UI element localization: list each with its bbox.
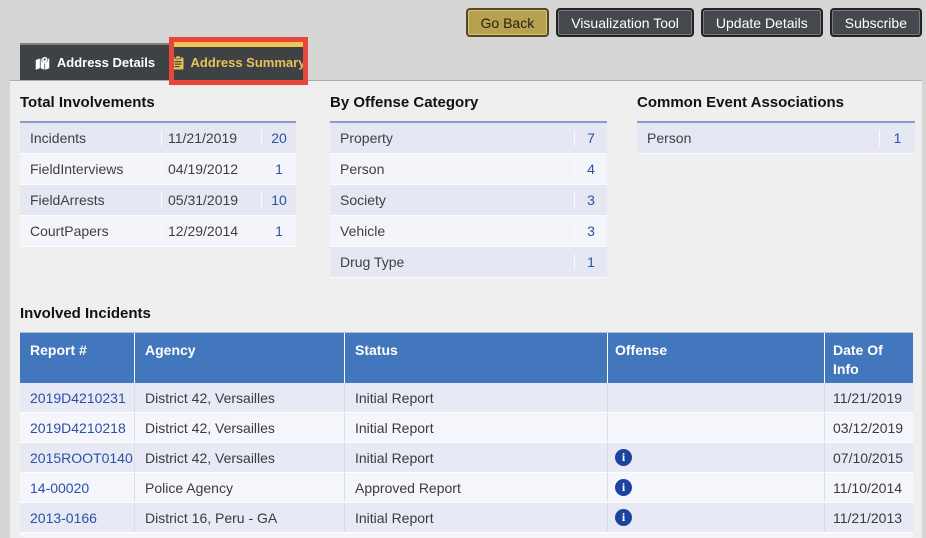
involved-incidents-title: Involved Incidents	[20, 305, 922, 322]
address-summary-panel: Total Involvements Incidents 11/21/2019 …	[10, 80, 922, 538]
report-number-link[interactable]: 2013-0166	[30, 510, 97, 526]
offense-category: Vehicle	[330, 223, 575, 239]
date-of-info-cell: 11/21/2013	[825, 503, 913, 532]
offense-count[interactable]: 7	[575, 130, 607, 146]
section-common-event-associations: Common Event Associations Person 1	[637, 81, 915, 278]
clipboard-icon	[172, 56, 184, 70]
incident-row: 2015ROOT0140 District 42, Versailles Ini…	[20, 443, 913, 473]
table-row: FieldArrests 05/31/2019 10	[20, 185, 296, 216]
date-of-info-cell: 11/21/2019	[825, 383, 913, 412]
go-back-button[interactable]: Go Back	[466, 8, 550, 37]
table-row: Society 3	[330, 185, 607, 216]
agency-cell: District 42, Versailles	[135, 383, 345, 412]
status-cell: Initial Report	[345, 503, 608, 532]
table-row: Person 4	[330, 154, 607, 185]
offense-category: Society	[330, 192, 575, 208]
column-header-date-of-info[interactable]: Date Of Info	[825, 333, 913, 383]
involvement-count[interactable]: 20	[262, 130, 296, 146]
total-involvements-table: Incidents 11/21/2019 20 FieldInterviews …	[20, 121, 296, 247]
table-row: Incidents 11/21/2019 20	[20, 123, 296, 154]
association-count[interactable]: 1	[880, 130, 915, 146]
status-cell: Initial Report	[345, 413, 608, 442]
report-number-link[interactable]: 2019D4210218	[30, 420, 126, 436]
table-row: FieldInterviews 04/19/2012 1	[20, 154, 296, 185]
incident-row: 14-00020 Police Agency Approved Report i…	[20, 473, 913, 503]
tab-address-details[interactable]: Address Details	[20, 45, 170, 80]
offense-category: Property	[330, 130, 575, 146]
table-row: Drug Type 1	[330, 247, 607, 278]
info-icon[interactable]: i	[615, 449, 632, 466]
table-row: Person 1	[637, 123, 915, 154]
tab-address-summary-label: Address Summary	[191, 55, 306, 70]
report-number-link[interactable]: 2019D4210231	[30, 390, 126, 406]
involvement-date: 12/29/2014	[162, 223, 262, 239]
incident-row-partial	[20, 533, 913, 537]
table-row: CourtPapers 12/29/2014 1	[20, 216, 296, 247]
column-header-offense[interactable]: Offense	[608, 333, 825, 383]
involvement-count[interactable]: 10	[262, 192, 296, 208]
offense-count[interactable]: 4	[575, 161, 607, 177]
offense-category: Person	[330, 161, 575, 177]
section-by-offense-category: By Offense Category Property 7 Person 4 …	[330, 81, 607, 278]
date-of-info-cell: 07/10/2015	[825, 443, 913, 472]
toolbar: Go Back Visualization Tool Update Detail…	[466, 8, 922, 37]
involvement-date: 05/31/2019	[162, 192, 262, 208]
section-total-involvements: Total Involvements Incidents 11/21/2019 …	[20, 81, 296, 278]
by-offense-category-table: Property 7 Person 4 Society 3 Vehicle 3 …	[330, 121, 607, 278]
info-icon[interactable]: i	[615, 509, 632, 526]
date-of-info-cell: 11/10/2014	[825, 473, 913, 502]
total-involvements-title: Total Involvements	[20, 94, 296, 111]
by-offense-category-title: By Offense Category	[330, 94, 607, 111]
common-event-associations-title: Common Event Associations	[637, 94, 915, 111]
tab-address-summary[interactable]: Address Summary	[170, 45, 307, 80]
report-number-link[interactable]: 2015ROOT0140	[30, 450, 133, 466]
incident-row: 2013-0166 District 16, Peru - GA Initial…	[20, 503, 913, 533]
offense-cell	[608, 383, 825, 412]
table-row: Property 7	[330, 123, 607, 154]
common-event-associations-table: Person 1	[637, 121, 915, 154]
involvement-count[interactable]: 1	[262, 223, 296, 239]
update-details-button[interactable]: Update Details	[701, 8, 823, 37]
agency-cell: District 42, Versailles	[135, 413, 345, 442]
report-number-link[interactable]: 14-00020	[30, 480, 89, 496]
involvement-type: FieldInterviews	[20, 161, 162, 177]
offense-category: Drug Type	[330, 254, 575, 270]
involved-incidents-table: Report # Agency Status Offense Date Of I…	[20, 332, 913, 537]
summary-tables: Total Involvements Incidents 11/21/2019 …	[20, 81, 922, 278]
column-header-status[interactable]: Status	[345, 333, 608, 383]
involvement-type: FieldArrests	[20, 192, 162, 208]
offense-cell: i	[608, 473, 825, 502]
table-row: Vehicle 3	[330, 216, 607, 247]
visualization-tool-button[interactable]: Visualization Tool	[556, 8, 694, 37]
agency-cell: District 16, Peru - GA	[135, 503, 345, 532]
column-header-agency[interactable]: Agency	[135, 333, 345, 383]
involvement-date: 04/19/2012	[162, 161, 262, 177]
offense-count[interactable]: 1	[575, 254, 607, 270]
involvement-count[interactable]: 1	[262, 161, 296, 177]
info-icon[interactable]: i	[615, 479, 632, 496]
tab-bar: Address Details Address Summary	[20, 43, 307, 80]
agency-cell: Police Agency	[135, 473, 345, 502]
involvement-type: Incidents	[20, 130, 162, 146]
status-cell: Initial Report	[345, 443, 608, 472]
involvement-date: 11/21/2019	[162, 130, 262, 146]
tab-address-details-label: Address Details	[57, 55, 155, 70]
association-type: Person	[637, 130, 880, 146]
map-people-icon	[35, 56, 50, 70]
involvement-type: CourtPapers	[20, 223, 162, 239]
incidents-table-header: Report # Agency Status Offense Date Of I…	[20, 333, 913, 383]
offense-cell: i	[608, 503, 825, 532]
incident-row: 2019D4210231 District 42, Versailles Ini…	[20, 383, 913, 413]
subscribe-button[interactable]: Subscribe	[830, 8, 922, 37]
offense-cell	[608, 413, 825, 442]
incident-row: 2019D4210218 District 42, Versailles Ini…	[20, 413, 913, 443]
column-header-report[interactable]: Report #	[20, 333, 135, 383]
agency-cell: District 42, Versailles	[135, 443, 345, 472]
offense-count[interactable]: 3	[575, 192, 607, 208]
offense-count[interactable]: 3	[575, 223, 607, 239]
status-cell: Initial Report	[345, 383, 608, 412]
status-cell: Approved Report	[345, 473, 608, 502]
date-of-info-cell: 03/12/2019	[825, 413, 913, 442]
offense-cell: i	[608, 443, 825, 472]
